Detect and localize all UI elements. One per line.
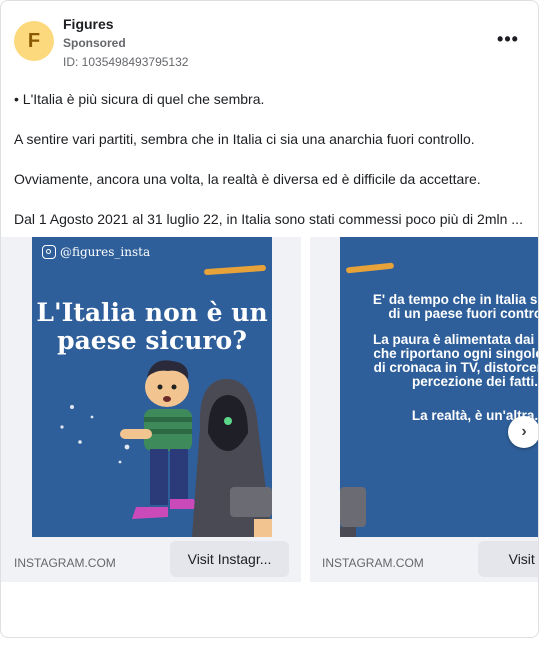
scared-man-figure	[120, 360, 196, 519]
visit-instagram-button[interactable]: Visit Ins	[478, 541, 538, 577]
chevron-right-icon: ›	[521, 423, 527, 440]
body-line: Ovviamente, ancora una volta, la realtà …	[14, 171, 481, 187]
body-line: A sentire vari partiti, sembra che in It…	[14, 131, 475, 147]
carousel-card-1[interactable]: @figures_insta L'Italia non è un paese s…	[1, 237, 301, 582]
hooded-figure	[192, 378, 272, 537]
advertiser-avatar[interactable]: F	[14, 21, 54, 61]
sponsored-label: Sponsored	[63, 36, 126, 50]
link-domain: INSTAGRAM.COM	[322, 556, 424, 570]
body-line: Dal 1 Agosto 2021 al 31 luglio 22, in It…	[14, 211, 523, 227]
carousel-image-1[interactable]: @figures_insta L'Italia non è un paese s…	[32, 237, 272, 537]
slide-text: E' da tempo che in Italia si parla di un…	[368, 292, 539, 435]
body-line: • L'Italia è più sicura di quel che semb…	[14, 91, 265, 107]
slide-paragraph: La paura è alimentata dai media che ripo…	[372, 332, 539, 389]
more-horizontal-icon: •••	[497, 28, 519, 49]
sponsored-ad-card: F Figures Sponsored ID: 1035498493795132…	[0, 0, 539, 638]
illustration	[60, 360, 272, 537]
ad-body-text: • L'Italia è più sicura di quel che semb…	[14, 89, 529, 249]
brush-stroke	[345, 262, 395, 274]
slide-paragraph: E' da tempo che in Italia si parla di un…	[372, 292, 538, 321]
carousel-card-2[interactable]: E' da tempo che in Italia si parla di un…	[310, 237, 539, 582]
carousel-image-2[interactable]: E' da tempo che in Italia si parla di un…	[340, 237, 539, 537]
ad-carousel: @figures_insta L'Italia non è un paese s…	[1, 237, 539, 597]
more-options-button[interactable]: •••	[496, 29, 520, 49]
visit-instagram-button[interactable]: Visit Instagr...	[170, 541, 289, 577]
carousel-next-button[interactable]: ›	[508, 416, 538, 448]
hooded-figure-partial	[340, 487, 366, 537]
avatar-letter: F	[27, 29, 41, 52]
link-domain: INSTAGRAM.COM	[14, 556, 116, 570]
advertiser-name[interactable]: Figures	[63, 16, 114, 32]
ad-id: ID: 1035498493795132	[63, 55, 189, 69]
